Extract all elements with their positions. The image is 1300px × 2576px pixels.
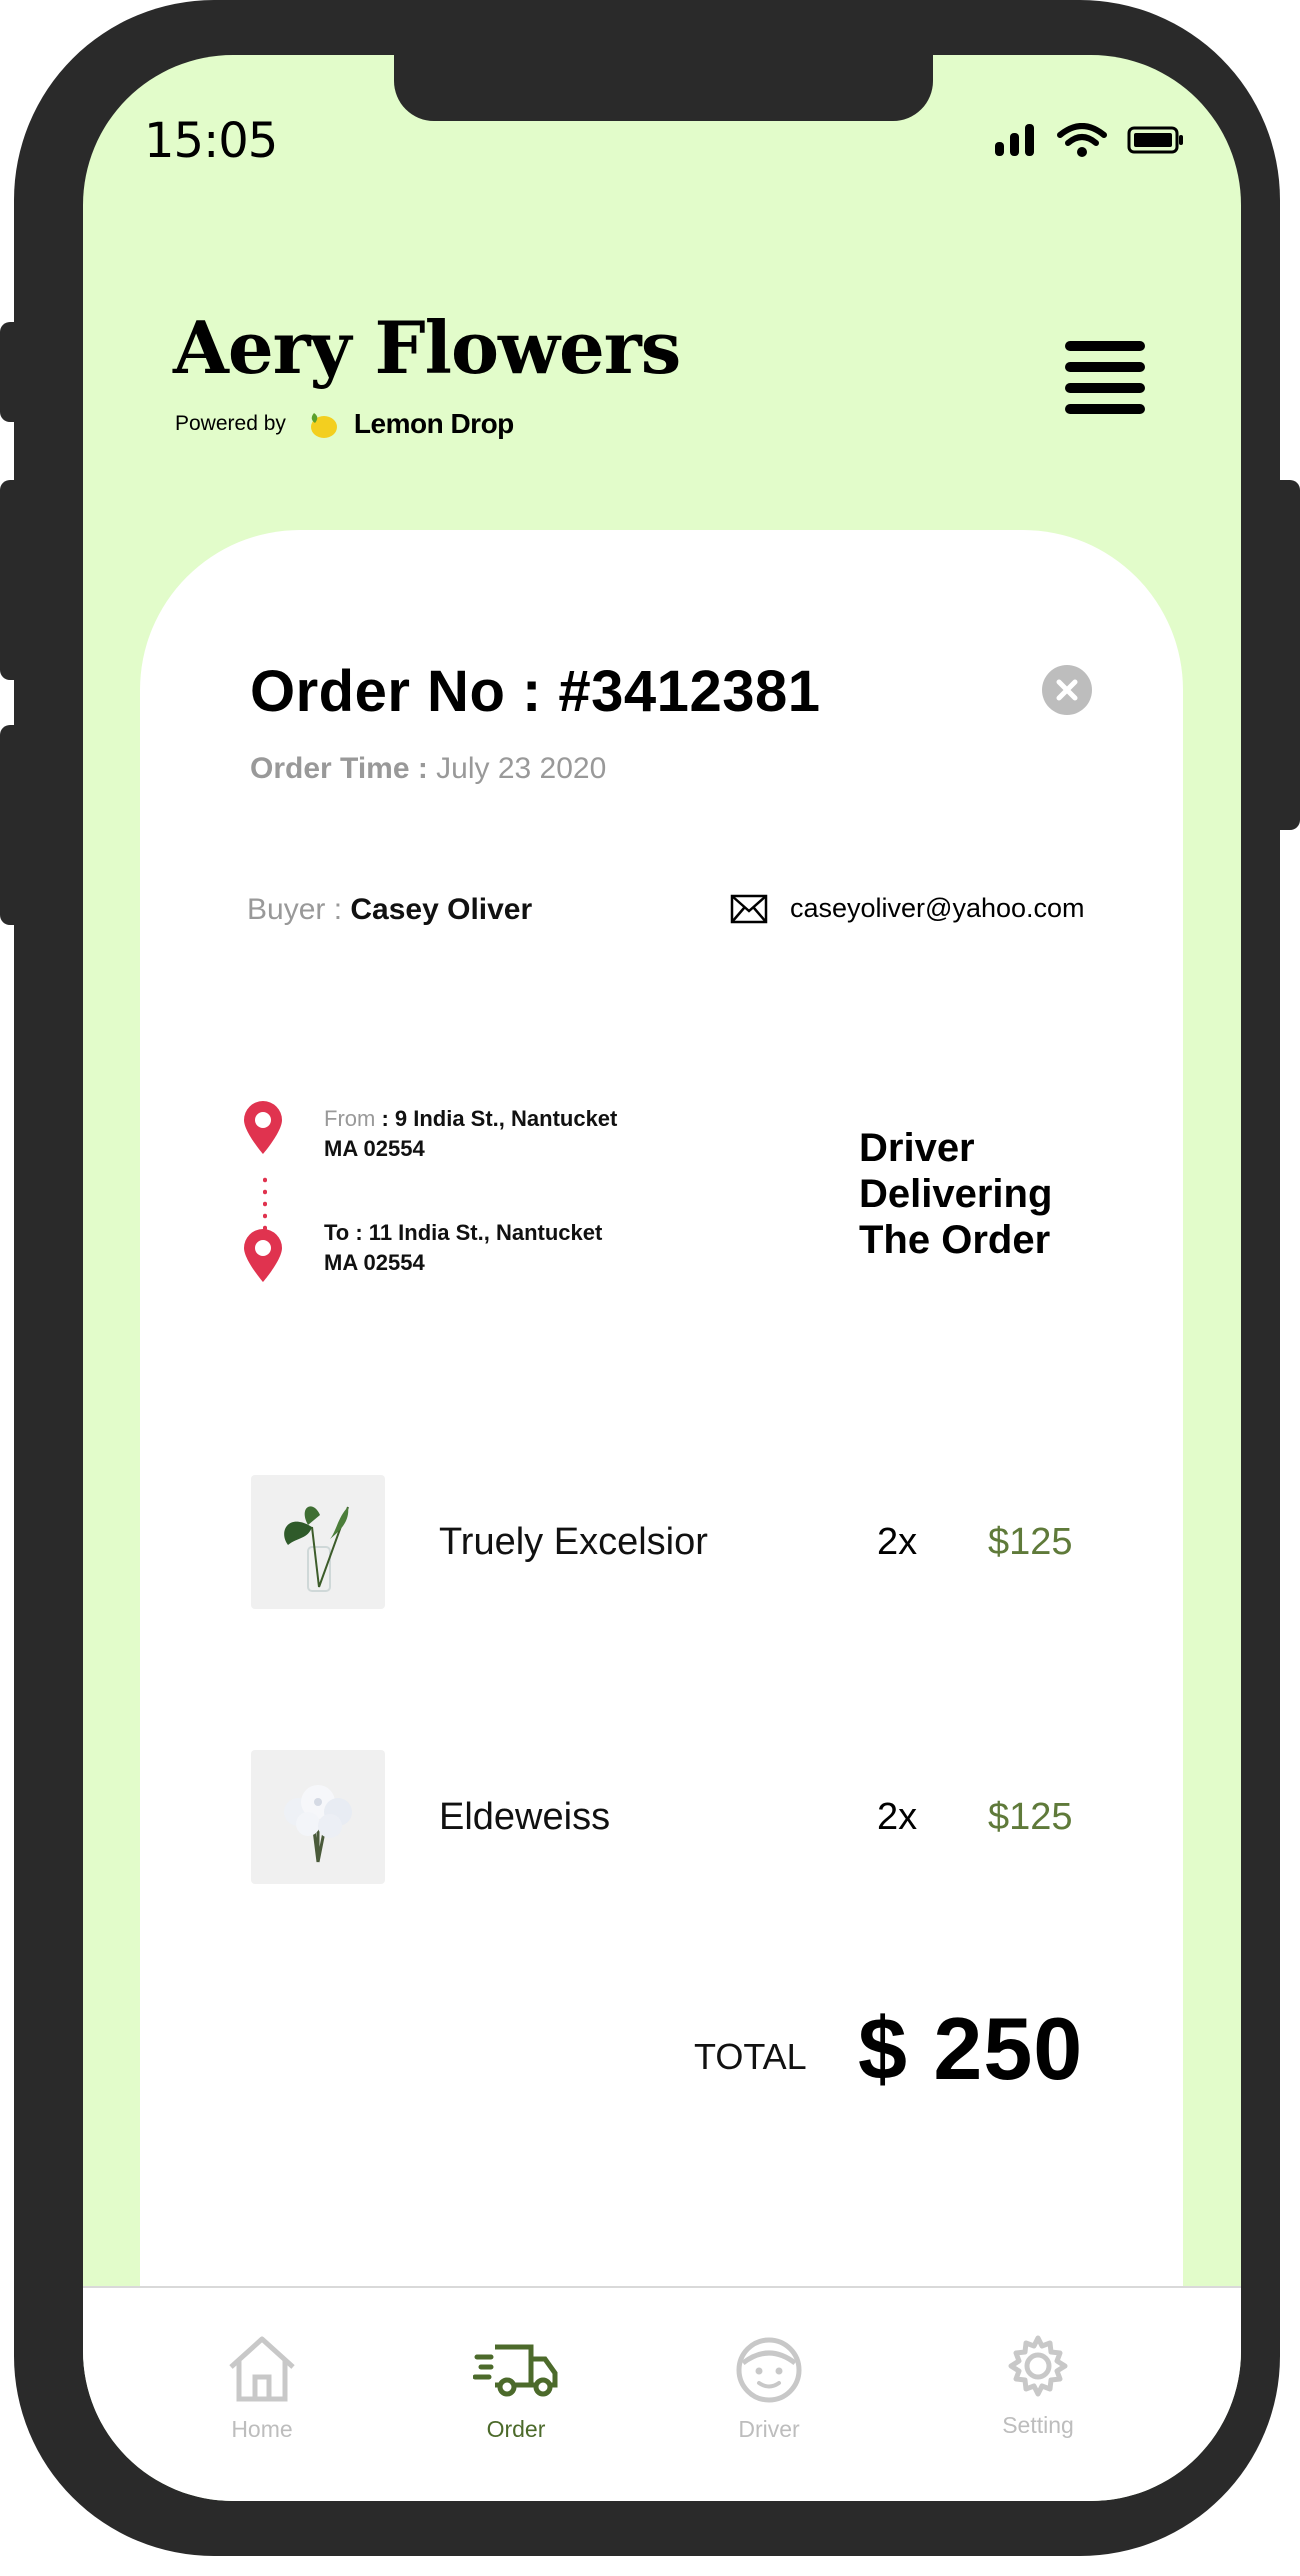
phone-side-button — [0, 322, 20, 422]
from-label: From — [324, 1106, 376, 1131]
item-thumbnail — [251, 1750, 385, 1884]
total-value: $ 250 — [858, 1999, 1084, 2098]
lemon-icon — [310, 413, 337, 438]
status-line-2: Delivering — [859, 1172, 1053, 1216]
wifi-icon — [1057, 123, 1107, 157]
location-pin-icon — [244, 1101, 282, 1154]
total-label: TOTAL — [694, 2036, 807, 2077]
order-time-value: July 23 2020 — [436, 752, 607, 785]
item-thumbnail — [251, 1475, 385, 1609]
buyer: Buyer : Casey Oliver — [247, 893, 532, 927]
to-address-line2: MA 02554 — [324, 1250, 425, 1275]
status-icons — [993, 123, 1185, 157]
order-number: Order No : #3412381 — [250, 659, 821, 724]
route-dots — [263, 1174, 267, 1230]
buyer-name: Casey Oliver — [350, 893, 533, 926]
from-address: From : 9 India St., Nantucket MA 02554 — [324, 1104, 724, 1164]
buyer-email-text: caseyoliver@yahoo.com — [790, 893, 1085, 923]
bottom-tab-bar: Home Order Driver Setting — [83, 2286, 1241, 2501]
order-item[interactable]: Eldeweiss 2x $125 — [251, 1750, 1081, 1884]
to-address-line1: : 11 India St., Nantucket — [349, 1220, 603, 1245]
to-label: To — [324, 1220, 350, 1245]
powered-by-label: Powered by — [175, 412, 286, 435]
tab-order-label: Order — [486, 2416, 546, 2442]
tab-home[interactable]: Home — [172, 2333, 352, 2443]
from-address-line1: : 9 India St., Nantucket — [375, 1106, 618, 1131]
buyer-email[interactable]: caseyoliver@yahoo.com — [730, 893, 1085, 924]
item-quantity: 2x — [877, 1796, 918, 1838]
status-line-3: The Order — [859, 1218, 1051, 1262]
buyer-label: Buyer : — [247, 893, 351, 926]
from-address-line2: MA 02554 — [324, 1136, 425, 1161]
battery-icon — [1127, 126, 1183, 154]
order-detail-card: Order No : #3412381 Order Time : July 23… — [140, 530, 1183, 2350]
phone-frame: 15:05 Aery Flowers Powered by Lemon Drop… — [14, 0, 1280, 2556]
app-screen: 15:05 Aery Flowers Powered by Lemon Drop… — [83, 55, 1241, 2501]
status-line-1: Driver — [859, 1126, 975, 1170]
gear-icon — [1008, 2335, 1068, 2397]
tab-driver[interactable]: Driver — [679, 2333, 859, 2443]
phone-side-button — [1270, 480, 1300, 830]
notch — [394, 55, 933, 121]
monstera-plant-image — [284, 1506, 349, 1592]
location-pin-icon — [244, 1229, 282, 1282]
tab-setting[interactable]: Setting — [948, 2333, 1128, 2439]
delivery-status: Driver Delivering The Order — [859, 1125, 1052, 1263]
partner-name: Lemon Drop — [353, 408, 514, 439]
order-time: Order Time : July 23 2020 — [250, 752, 606, 786]
hamburger-menu-icon[interactable] — [1065, 341, 1145, 415]
delivery-truck-icon — [472, 2344, 558, 2397]
driver-face-icon — [736, 2337, 802, 2403]
order-item[interactable]: Truely Excelsior 2x $125 — [251, 1475, 1081, 1609]
mail-icon — [730, 894, 768, 923]
item-price: $125 — [988, 1796, 1073, 1838]
tab-setting-label: Setting — [1002, 2412, 1074, 2438]
powered-by: Powered by Lemon Drop — [175, 407, 514, 441]
tab-driver-label: Driver — [738, 2416, 800, 2442]
item-quantity: 2x — [877, 1521, 918, 1563]
phone-side-button — [0, 725, 20, 925]
close-icon — [1056, 679, 1078, 701]
tab-order[interactable]: Order — [426, 2333, 606, 2443]
tab-home-label: Home — [231, 2416, 293, 2442]
status-time: 15:05 — [144, 113, 278, 169]
phone-side-button — [0, 480, 20, 680]
item-name: Truely Excelsior — [439, 1521, 708, 1563]
white-flowers-image — [284, 1785, 352, 1863]
to-address: To : 11 India St., Nantucket MA 02554 — [324, 1218, 724, 1278]
order-time-label: Order Time : — [250, 752, 437, 785]
brand-title: Aery Flowers — [173, 305, 681, 390]
signal-icon — [995, 124, 1034, 156]
item-price: $125 — [988, 1521, 1073, 1563]
close-button[interactable] — [1042, 665, 1092, 715]
item-name: Eldeweiss — [439, 1796, 611, 1838]
home-icon — [229, 2336, 295, 2402]
